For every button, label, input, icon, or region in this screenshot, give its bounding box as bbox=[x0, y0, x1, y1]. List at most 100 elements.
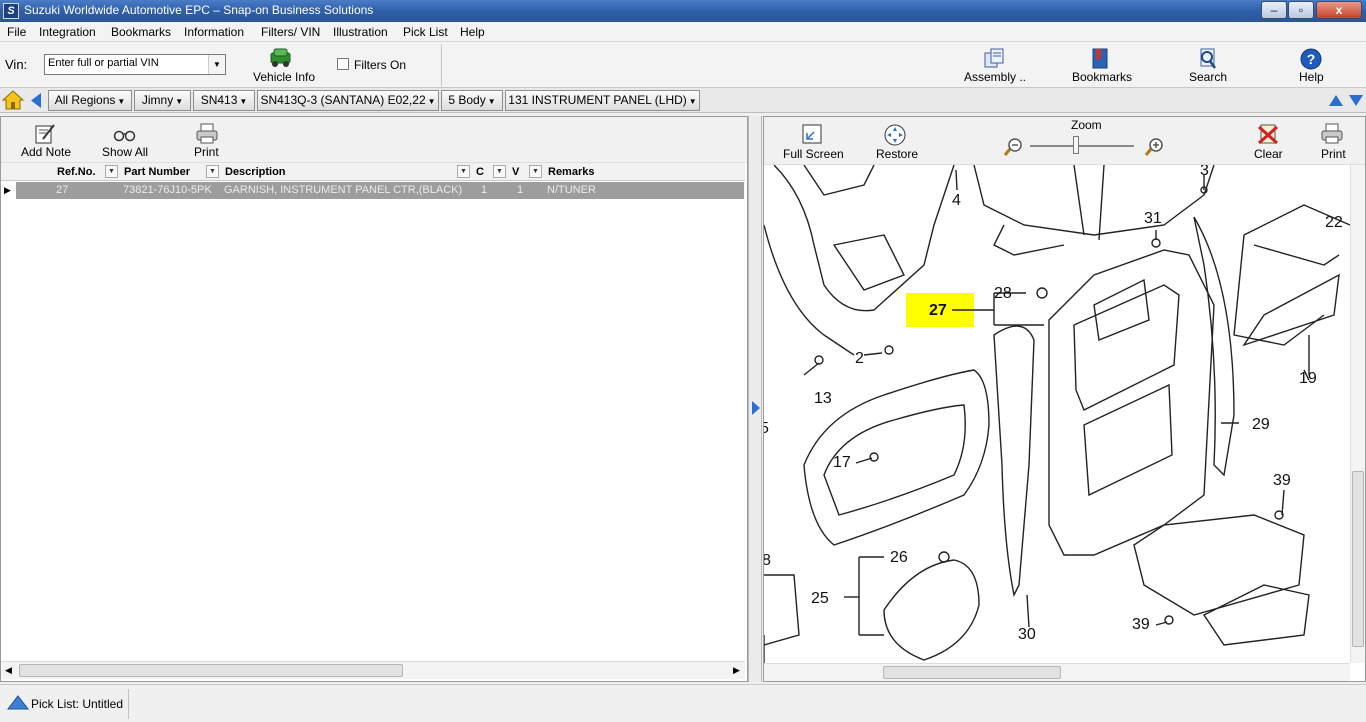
table-row[interactable]: 27 73821-76J10-5PK GARNISH, INSTRUMENT P… bbox=[16, 182, 744, 199]
print-button[interactable]: Print bbox=[194, 145, 219, 159]
scrollbar-thumb[interactable] bbox=[19, 664, 403, 677]
parts-diagram[interactable]: 4 3 22 31 28 27 2 19 13 29 17 39 26 25 3… bbox=[764, 165, 1350, 663]
col-part-number-filter-icon[interactable]: ▼ bbox=[206, 165, 219, 178]
svg-text:22: 22 bbox=[1325, 214, 1343, 231]
scrollbar-thumb[interactable] bbox=[1352, 471, 1364, 647]
diagram-horizontal-scrollbar[interactable] bbox=[764, 663, 1350, 681]
crumb-model[interactable]: Jimny ▼ bbox=[134, 90, 191, 111]
svg-text:17: 17 bbox=[833, 454, 851, 471]
pane-splitter[interactable] bbox=[748, 116, 762, 682]
col-c[interactable]: C bbox=[476, 166, 484, 178]
clear-icon[interactable] bbox=[1257, 123, 1279, 145]
svg-text:31: 31 bbox=[1144, 210, 1162, 227]
menu-pick-list[interactable]: Pick List bbox=[403, 25, 448, 39]
col-remarks[interactable]: Remarks bbox=[548, 166, 594, 178]
zoom-in-icon[interactable] bbox=[1144, 137, 1164, 157]
close-button[interactable]: x bbox=[1316, 1, 1362, 19]
filters-on-label: Filters On bbox=[354, 58, 407, 72]
menu-filters-vin[interactable]: Filters/ VIN bbox=[261, 25, 320, 39]
assembly-icon[interactable] bbox=[983, 47, 1007, 71]
crumb-group[interactable]: 5 Body ▼ bbox=[441, 90, 503, 111]
search-button[interactable]: Search bbox=[1189, 70, 1227, 84]
maximize-button[interactable]: ▫ bbox=[1288, 1, 1314, 19]
col-description-filter-icon[interactable]: ▼ bbox=[457, 165, 470, 178]
add-note-button[interactable]: Add Note bbox=[21, 145, 71, 159]
menu-file[interactable]: File bbox=[7, 25, 26, 39]
col-part-number[interactable]: Part Number bbox=[124, 166, 190, 178]
svg-text:3: 3 bbox=[1200, 165, 1209, 179]
expand-arrow-icon[interactable] bbox=[751, 400, 761, 416]
menu-integration[interactable]: Integration bbox=[39, 25, 96, 39]
back-arrow-icon[interactable] bbox=[29, 92, 43, 109]
clear-button[interactable]: Clear bbox=[1254, 147, 1283, 161]
col-ref-no[interactable]: Ref.No. bbox=[57, 166, 96, 178]
svg-text:2: 2 bbox=[855, 350, 864, 367]
crumb-chassis[interactable]: SN413 ▼ bbox=[193, 90, 255, 111]
col-c-filter-icon[interactable]: ▼ bbox=[493, 165, 506, 178]
restore-button[interactable]: Restore bbox=[876, 147, 918, 161]
vehicle-info-icon[interactable] bbox=[268, 47, 294, 69]
vin-dropdown-button[interactable]: ▼ bbox=[208, 55, 225, 74]
parts-list-panel: Add Note Show All Print bbox=[0, 116, 748, 682]
illustration-panel: Full Screen Restore Zoom Clear Print 4 3… bbox=[763, 116, 1366, 682]
print-illustration-button[interactable]: Print bbox=[1321, 147, 1346, 161]
diagram-vertical-scrollbar[interactable] bbox=[1350, 165, 1365, 663]
bookmarks-button[interactable]: Bookmarks bbox=[1072, 70, 1132, 84]
cell-c: 1 bbox=[481, 184, 488, 196]
parts-horizontal-scrollbar[interactable]: ◀ ▶ bbox=[1, 661, 745, 679]
zoom-out-icon[interactable] bbox=[1003, 137, 1023, 157]
col-v[interactable]: V bbox=[512, 166, 519, 178]
vehicle-info-button[interactable]: Vehicle Info bbox=[253, 70, 315, 84]
show-all-icon[interactable] bbox=[113, 125, 137, 143]
bookmarks-icon[interactable] bbox=[1089, 47, 1113, 71]
col-ref-no-filter-icon[interactable]: ▼ bbox=[105, 165, 118, 178]
col-v-filter-icon[interactable]: ▼ bbox=[529, 165, 542, 178]
svg-text:27: 27 bbox=[929, 302, 947, 319]
print-illustration-icon[interactable] bbox=[1320, 123, 1344, 145]
zoom-slider-handle[interactable] bbox=[1073, 136, 1079, 154]
restore-icon[interactable] bbox=[884, 124, 906, 146]
crumb-assembly[interactable]: 131 INSTRUMENT PANEL (LHD) ▼ bbox=[505, 90, 700, 111]
print-icon[interactable] bbox=[195, 123, 219, 145]
window-title: Suzuki Worldwide Automotive EPC – Snap-o… bbox=[24, 3, 374, 17]
search-icon[interactable] bbox=[1196, 47, 1220, 71]
full-screen-icon[interactable] bbox=[802, 124, 822, 144]
col-description[interactable]: Description bbox=[225, 166, 286, 178]
zoom-slider-track[interactable] bbox=[1030, 145, 1134, 147]
filters-on-checkbox[interactable] bbox=[337, 58, 349, 70]
scroll-right-icon[interactable]: ▶ bbox=[733, 665, 740, 676]
crumb-variant[interactable]: SN413Q-3 (SANTANA) E02,22 ▼ bbox=[257, 90, 439, 111]
add-note-icon[interactable] bbox=[34, 123, 56, 145]
full-screen-button[interactable]: Full Screen bbox=[783, 147, 844, 161]
vin-input[interactable]: Enter full or partial VIN bbox=[44, 54, 226, 75]
pick-list-icon[interactable] bbox=[7, 695, 29, 711]
show-all-button[interactable]: Show All bbox=[102, 145, 148, 159]
menu-help[interactable]: Help bbox=[460, 25, 485, 39]
crumb-region[interactable]: All Regions ▼ bbox=[48, 90, 132, 111]
svg-text:19: 19 bbox=[1299, 370, 1317, 387]
menu-illustration[interactable]: Illustration bbox=[333, 25, 388, 39]
scroll-left-icon[interactable]: ◀ bbox=[5, 665, 12, 676]
svg-text:4: 4 bbox=[952, 192, 961, 209]
help-button[interactable]: Help bbox=[1299, 70, 1324, 84]
zoom-label: Zoom bbox=[1071, 118, 1102, 132]
main-toolbar: Vin: Enter full or partial VIN ▼ Vehicle… bbox=[0, 42, 1366, 88]
help-icon[interactable]: ? bbox=[1299, 47, 1323, 71]
svg-text:13: 13 bbox=[814, 390, 832, 407]
illustration-toolbar: Full Screen Restore Zoom Clear Print bbox=[764, 117, 1365, 165]
scroll-down-icon[interactable] bbox=[1348, 93, 1364, 107]
parts-table-header: Ref.No. ▼ Part Number ▼ Description ▼ C … bbox=[1, 163, 745, 181]
app-logo-icon: S bbox=[3, 3, 19, 19]
svg-text:26: 26 bbox=[890, 549, 908, 566]
pick-list-status[interactable]: Pick List: Untitled bbox=[31, 697, 123, 711]
menu-information[interactable]: Information bbox=[184, 25, 244, 39]
menu-bookmarks[interactable]: Bookmarks bbox=[111, 25, 171, 39]
assembly-button[interactable]: Assembly .. bbox=[964, 70, 1026, 84]
minimize-button[interactable]: – bbox=[1261, 1, 1287, 19]
scroll-up-icon[interactable] bbox=[1328, 93, 1344, 107]
scrollbar-thumb[interactable] bbox=[883, 666, 1061, 679]
cell-remarks: N/TUNER bbox=[547, 184, 596, 196]
home-icon[interactable] bbox=[2, 90, 24, 110]
status-divider bbox=[128, 689, 129, 719]
svg-text:28: 28 bbox=[994, 285, 1012, 302]
